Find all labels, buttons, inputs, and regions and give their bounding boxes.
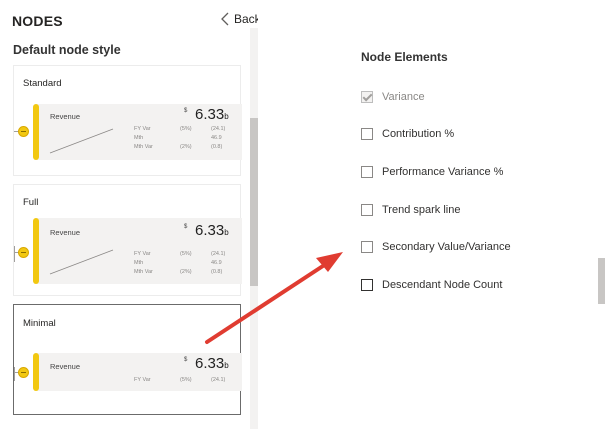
metric-pct: (5%): [180, 126, 192, 132]
metric-pct: (2%): [180, 144, 192, 150]
value-unit: b: [224, 228, 229, 237]
metric-value: (24.1): [211, 377, 226, 383]
metric-value: (0.8): [211, 269, 223, 275]
sparkline-icon: [49, 128, 114, 154]
node-dot-icon: [18, 367, 29, 378]
checkbox-variance[interactable]: Variance: [361, 91, 425, 103]
node-elements-panel: Node Elements Variance Contribution % Pe…: [258, 0, 616, 429]
card-label: Standard: [23, 78, 62, 89]
metric-value: 46.9: [211, 260, 222, 266]
card-label: Full: [23, 197, 39, 208]
metric-value: (24.1): [211, 251, 226, 257]
checkbox-performance-variance[interactable]: Performance Variance %: [361, 166, 503, 178]
checkbox-label: Contribution %: [382, 128, 455, 140]
node-name: Revenue: [50, 228, 81, 237]
connector-line: [14, 367, 15, 381]
checkbox-descendant-node-count[interactable]: Descendant Node Count: [361, 279, 502, 291]
checkbox-label: Variance: [382, 91, 425, 103]
metric-value: (0.8): [211, 144, 223, 150]
node-name: Revenue: [50, 112, 81, 121]
checkbox-icon[interactable]: [361, 204, 373, 216]
metric-label: Mth: [134, 260, 144, 266]
metric-label: Mth Var: [134, 144, 153, 150]
currency-symbol: $: [184, 357, 188, 363]
currency-symbol: $: [184, 108, 188, 114]
node-dot-icon: [18, 126, 29, 137]
checkbox-secondary-value[interactable]: Secondary Value/Variance: [361, 241, 511, 253]
section-title: Default node style: [13, 43, 121, 57]
connector-line: [14, 246, 15, 262]
card-label: Minimal: [23, 318, 56, 329]
node-style-panel: NODES Back Default node style Standard R…: [0, 0, 261, 429]
metric-value: 46.9: [211, 135, 222, 141]
metric-pct: (2%): [180, 269, 192, 275]
right-scrollbar-thumb[interactable]: [598, 258, 605, 304]
left-scrollbar-thumb[interactable]: [250, 118, 258, 286]
node-value: 6.33b: [195, 106, 229, 123]
checkbox-icon[interactable]: [361, 241, 373, 253]
node-preview: Revenue $ 6.33b FY Var (5%) (24.1): [14, 353, 242, 391]
node-name: Revenue: [50, 362, 81, 371]
metric-label: Mth Var: [134, 269, 153, 275]
chevron-left-icon: [221, 12, 229, 26]
currency-symbol: $: [184, 224, 188, 230]
checkbox-label: Performance Variance %: [382, 166, 504, 178]
checkbox-icon[interactable]: [361, 166, 373, 178]
back-label: Back: [234, 12, 261, 26]
checkbox-label: Secondary Value/Variance: [382, 241, 511, 253]
metric-pct: (5%): [180, 377, 192, 383]
checkbox-icon[interactable]: [361, 128, 373, 140]
node-preview: Revenue $ 6.33b FY Var (5%) (24.1) Mth 4…: [14, 218, 242, 284]
checkbox-trend-spark-line[interactable]: Trend spark line: [361, 204, 460, 216]
checkbox-label: Descendant Node Count: [382, 279, 503, 291]
back-button[interactable]: Back: [220, 12, 261, 26]
metric-label: Mth: [134, 135, 144, 141]
panel-title: NODES: [12, 13, 63, 29]
checkbox-icon[interactable]: [361, 279, 373, 291]
style-card-full[interactable]: Full Revenue $ 6.33b FY Var (5%) (24.1) …: [13, 184, 242, 296]
checkbox-contribution[interactable]: Contribution %: [361, 128, 454, 140]
node-accent-bar: [33, 104, 39, 160]
node-value: 6.33b: [195, 222, 229, 239]
node-accent-bar: [33, 218, 39, 284]
sparkline-icon: [49, 249, 114, 275]
elements-title: Node Elements: [361, 50, 448, 64]
metric-pct: (5%): [180, 251, 192, 257]
metric-label: FY Var: [134, 251, 151, 257]
style-card-minimal[interactable]: Minimal Revenue $ 6.33b FY Var (5%) (24.…: [13, 304, 242, 415]
metric-label: FY Var: [134, 377, 151, 383]
value-unit: b: [224, 361, 229, 370]
value-unit: b: [224, 112, 229, 121]
checkbox-checked-icon[interactable]: [361, 91, 373, 103]
checkbox-label: Trend spark line: [382, 204, 461, 216]
node-dot-icon: [18, 247, 29, 258]
node-accent-bar: [33, 353, 39, 391]
metric-label: FY Var: [134, 126, 151, 132]
node-preview: Revenue $ 6.33b FY Var (5%) (24.1) Mth 4…: [14, 104, 242, 160]
metric-value: (24.1): [211, 126, 226, 132]
node-value: 6.33b: [195, 355, 229, 372]
style-card-standard[interactable]: Standard Revenue $ 6.33b FY Var (5%) (24…: [13, 65, 242, 176]
